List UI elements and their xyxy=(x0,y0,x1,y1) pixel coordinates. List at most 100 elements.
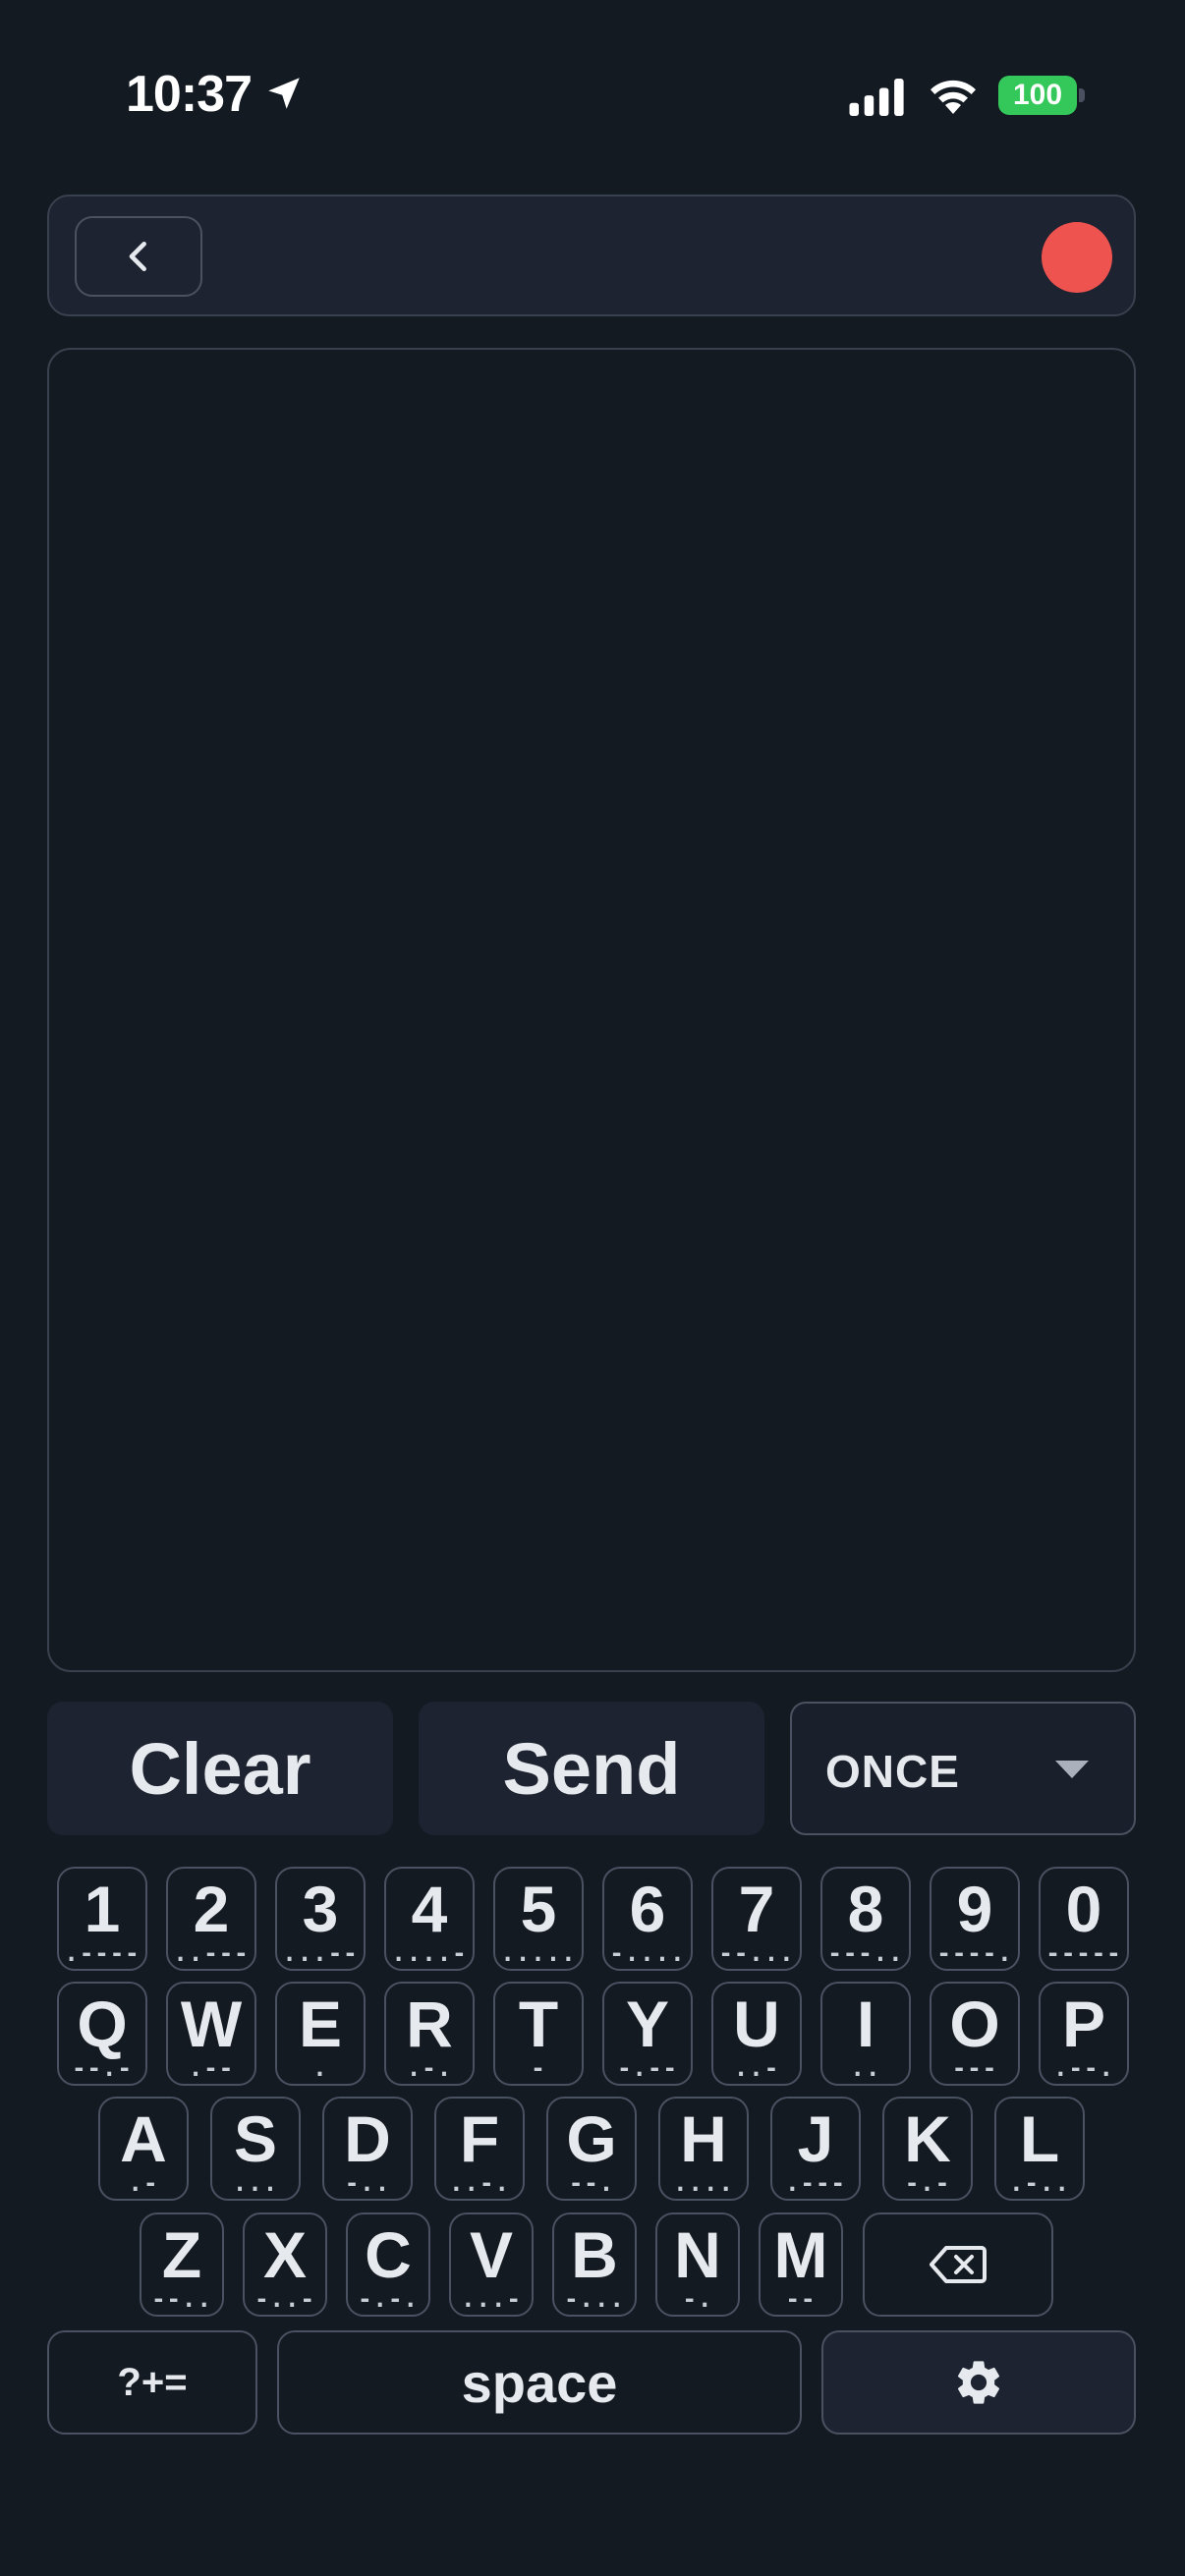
key-m[interactable]: M -- xyxy=(759,2212,843,2317)
key-4[interactable]: 4 ....- xyxy=(384,1867,475,1971)
key-k[interactable]: K -.- xyxy=(882,2097,973,2201)
repeat-mode-dropdown[interactable]: ONCE xyxy=(790,1702,1136,1835)
key-e[interactable]: E. xyxy=(275,1982,366,2086)
key-char: 5 xyxy=(520,1873,557,1945)
key-char: R xyxy=(406,1988,453,2060)
key-w[interactable]: W .-- xyxy=(166,1982,256,2086)
key-morse-code: ... xyxy=(232,2169,279,2197)
key-morse-code: --. xyxy=(568,2169,615,2197)
backspace-button[interactable] xyxy=(863,2212,1053,2317)
key-char: 9 xyxy=(956,1873,993,1945)
key-morse-code: ---.. xyxy=(827,1939,904,1967)
key-char: M xyxy=(773,2218,828,2291)
key-morse-code: --... xyxy=(718,1939,795,1967)
key-char: T xyxy=(518,1988,559,2060)
key-morse-code: -... xyxy=(564,2285,625,2313)
key-morse-code: ....- xyxy=(391,1939,468,1967)
key-morse-code: .-. xyxy=(406,2054,453,2082)
key-d[interactable]: D -.. xyxy=(322,2097,413,2201)
key-morse-code: .- xyxy=(128,2169,159,2197)
key-f[interactable]: F ..-. xyxy=(434,2097,525,2201)
key-morse-code: . xyxy=(312,2054,328,2082)
send-button[interactable]: Send xyxy=(419,1702,764,1835)
location-arrow-icon xyxy=(268,78,300,109)
battery-icon: 100 xyxy=(998,76,1077,115)
caret-down-icon xyxy=(1055,1761,1089,1778)
gear-icon xyxy=(957,2361,1000,2404)
key-1[interactable]: 1 .---- xyxy=(57,1867,147,1971)
key-morse-code: ..... xyxy=(500,1939,577,1967)
key-i[interactable]: I.. xyxy=(820,1982,911,2086)
key-morse-code: .--- xyxy=(785,2169,846,2197)
cellular-signal-icon xyxy=(849,79,904,116)
key-morse-code: .-- xyxy=(188,2054,235,2082)
key-7[interactable]: 7 --... xyxy=(711,1867,802,1971)
key-o[interactable]: O --- xyxy=(930,1982,1020,2086)
key-s[interactable]: S... xyxy=(210,2097,301,2201)
key-l[interactable]: L .-.. xyxy=(994,2097,1085,2201)
space-key[interactable]: space xyxy=(277,2330,802,2435)
key-char: G xyxy=(566,2102,617,2175)
key-3[interactable]: 3 ...-- xyxy=(275,1867,366,1971)
record-indicator[interactable] xyxy=(1042,222,1112,293)
key-char: B xyxy=(571,2218,618,2291)
key-char: N xyxy=(674,2218,721,2291)
key-char: K xyxy=(904,2102,951,2175)
symbols-key[interactable]: ?+= xyxy=(47,2330,257,2435)
key-morse-code: -.... xyxy=(609,1939,686,1967)
key-morse-code: -. xyxy=(682,2285,713,2313)
key-u[interactable]: U ..- xyxy=(711,1982,802,2086)
key-morse-code: .. xyxy=(850,2054,881,2082)
key-morse-code: -.- xyxy=(904,2169,951,2197)
key-h[interactable]: H.... xyxy=(658,2097,749,2201)
key-char: E xyxy=(298,1988,343,2060)
key-q[interactable]: Q --.- xyxy=(57,1982,147,2086)
key-r[interactable]: R .-. xyxy=(384,1982,475,2086)
key-c[interactable]: C -.-. xyxy=(346,2212,430,2317)
key-p[interactable]: P .--. xyxy=(1039,1982,1129,2086)
key-char: D xyxy=(344,2102,391,2175)
key-j[interactable]: J .--- xyxy=(770,2097,861,2201)
key-morse-code: ..-. xyxy=(449,2169,510,2197)
key-g[interactable]: G --. xyxy=(546,2097,637,2201)
key-t[interactable]: T- xyxy=(493,1982,584,2086)
key-morse-code: -.-- xyxy=(617,2054,678,2082)
key-morse-code: ...- xyxy=(461,2285,522,2313)
key-char: O xyxy=(949,1988,1000,2060)
message-output-area[interactable] xyxy=(47,348,1136,1672)
key-0[interactable]: 0 ----- xyxy=(1039,1867,1129,1971)
key-y[interactable]: Y -.-- xyxy=(602,1982,693,2086)
key-9[interactable]: 9 ----. xyxy=(930,1867,1020,1971)
key-char: 3 xyxy=(302,1873,339,1945)
battery-cap xyxy=(1079,88,1085,102)
back-button[interactable] xyxy=(75,216,202,297)
key-a[interactable]: A .- xyxy=(98,2097,189,2201)
key-char: L xyxy=(1019,2102,1060,2175)
key-6[interactable]: 6 -.... xyxy=(602,1867,693,1971)
key-x[interactable]: X -..- xyxy=(243,2212,327,2317)
settings-button[interactable] xyxy=(821,2330,1136,2435)
top-bar xyxy=(47,195,1136,316)
key-8[interactable]: 8 ---.. xyxy=(820,1867,911,1971)
status-bar: 10:37 100 xyxy=(0,0,1185,187)
key-5[interactable]: 5..... xyxy=(493,1867,584,1971)
key-morse-code: ...-- xyxy=(282,1939,359,1967)
key-morse-code: -.. xyxy=(344,2169,391,2197)
key-b[interactable]: B -... xyxy=(552,2212,637,2317)
clear-button[interactable]: Clear xyxy=(47,1702,393,1835)
key-morse-code: ..--- xyxy=(173,1939,250,1967)
key-2[interactable]: 2 ..--- xyxy=(166,1867,256,1971)
key-char: 2 xyxy=(193,1873,230,1945)
key-char: F xyxy=(459,2102,500,2175)
key-morse-code: -.-. xyxy=(358,2285,419,2313)
key-morse-code: --.. xyxy=(151,2285,212,2313)
key-z[interactable]: Z --.. xyxy=(140,2212,224,2317)
key-char: U xyxy=(733,1988,780,2060)
key-n[interactable]: N -. xyxy=(655,2212,740,2317)
key-char: 6 xyxy=(629,1873,666,1945)
key-char: 0 xyxy=(1065,1873,1102,1945)
key-v[interactable]: V ...- xyxy=(449,2212,534,2317)
key-morse-code: --.- xyxy=(72,2054,133,2082)
key-morse-code: .-.. xyxy=(1009,2169,1070,2197)
status-time: 10:37 xyxy=(126,66,253,123)
